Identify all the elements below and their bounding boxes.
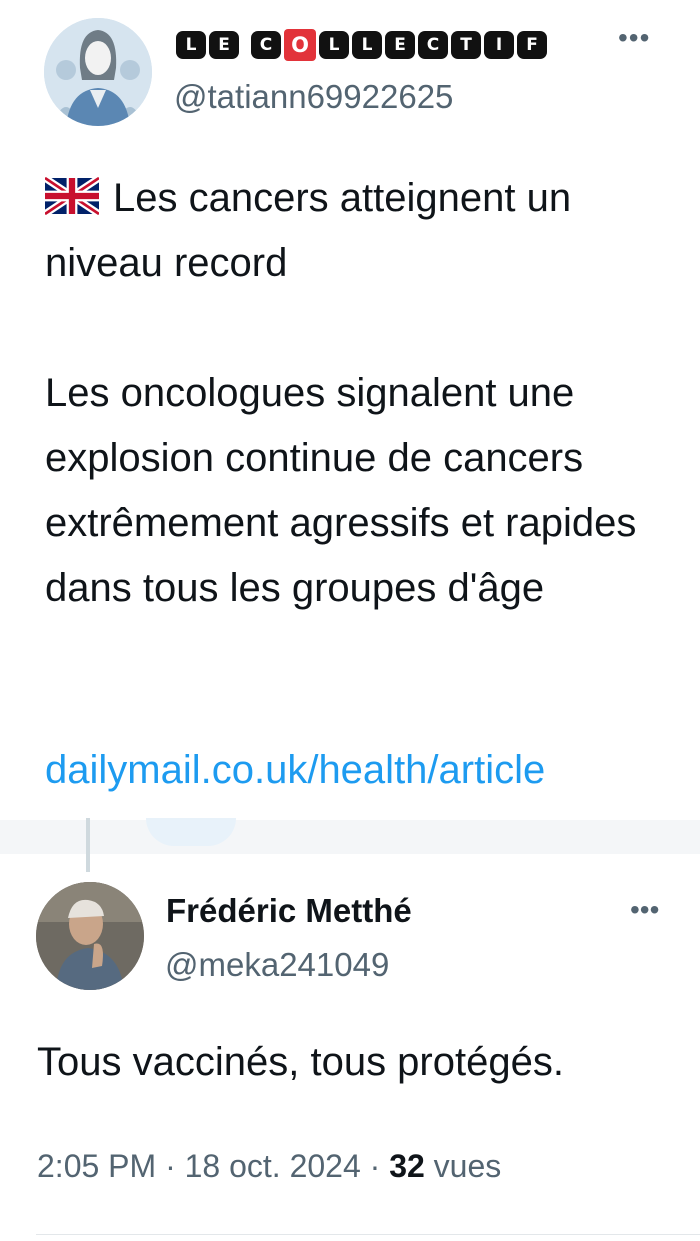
uk-flag-icon	[43, 170, 101, 217]
quoted-author-avatar[interactable]	[44, 18, 152, 126]
name-letter: L	[352, 31, 382, 59]
name-letter: C	[418, 31, 448, 59]
more-horizontal-icon[interactable]: •••	[618, 22, 650, 54]
name-letter: E	[385, 31, 415, 59]
name-letter: E	[209, 31, 239, 59]
quoted-tweet-paragraph: Les oncologues signalent une explosion c…	[45, 371, 637, 610]
separator-dot: ·	[369, 1148, 390, 1184]
quoted-author-name[interactable]: L E C O L L E C T I F	[176, 28, 547, 62]
separator-dot: ·	[165, 1148, 185, 1184]
more-horizontal-icon[interactable]: •••	[630, 894, 659, 926]
reply-time[interactable]: 2:05 PM	[37, 1148, 156, 1184]
name-letter: C	[251, 31, 281, 59]
reply-text: Tous vaccinés, tous protégés.	[37, 1040, 564, 1084]
quoted-card-edge	[146, 818, 236, 846]
divider	[36, 1234, 700, 1235]
thread-line	[86, 818, 90, 872]
quoted-author-handle[interactable]: @tatiann69922625	[174, 78, 453, 116]
views-count: 32	[389, 1148, 425, 1184]
views-label: vues	[433, 1148, 502, 1184]
reply-author-handle[interactable]: @meka241049	[165, 946, 389, 984]
name-letter: O	[284, 29, 316, 61]
name-letter: I	[484, 31, 514, 59]
name-letter: T	[451, 31, 481, 59]
separator	[0, 820, 700, 854]
name-letter: L	[176, 31, 206, 59]
quoted-tweet-text: Les cancers atteignent un niveau record …	[43, 166, 670, 621]
name-letter: F	[517, 31, 547, 59]
name-letter: L	[319, 31, 349, 59]
reply-author-name[interactable]: Frédéric Metthé	[166, 892, 412, 930]
reply-date[interactable]: 18 oct. 2024	[185, 1148, 361, 1184]
article-link[interactable]: dailymail.co.uk/health/article	[45, 748, 545, 793]
reply-author-avatar[interactable]	[36, 882, 144, 990]
quoted-tweet-line1: Les cancers atteignent un niveau record	[45, 176, 572, 285]
reply-meta: 2:05 PM · 18 oct. 2024 · 32 vues	[37, 1148, 501, 1185]
